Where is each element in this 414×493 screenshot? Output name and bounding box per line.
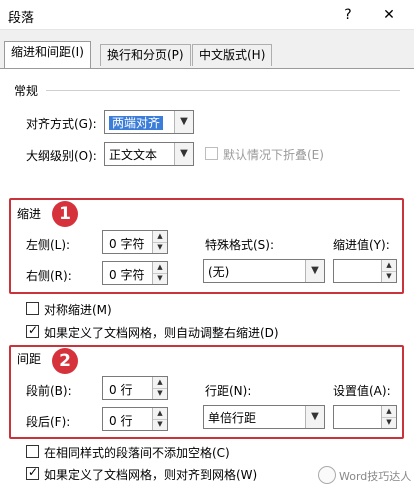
indent-amount-stepper[interactable]: ▲ ▼ [333, 259, 397, 283]
chevron-down-icon: ▼ [174, 111, 193, 133]
space-after-label: 段后(F): [26, 415, 71, 429]
alignment-dropdown[interactable]: 两端对齐 ▼ [104, 110, 194, 134]
tab-indent-spacing[interactable]: 缩进和间距(I) [4, 41, 91, 68]
chevron-down-icon: ▼ [305, 260, 324, 282]
spin-down-icon[interactable]: ▼ [153, 273, 167, 284]
spin-down-icon[interactable]: ▼ [153, 419, 167, 430]
outline-level-label: 大纲级别(O): [26, 149, 97, 163]
tab-asian-typography[interactable]: 中文版式(H) [192, 44, 273, 66]
general-heading: 常规 [14, 84, 39, 98]
line-spacing-value: 单倍行距 [208, 411, 257, 425]
left-indent-label: 左侧(L): [26, 238, 71, 252]
spacing-step-badge: 2 [52, 348, 78, 374]
dialog-title: 段落 [8, 11, 35, 26]
right-indent-value: 0 字符 [109, 268, 145, 282]
spin-down-icon[interactable]: ▼ [153, 388, 167, 399]
indent-amount-label: 缩进值(Y): [333, 238, 390, 252]
snap-to-grid-checkbox[interactable] [26, 465, 39, 480]
indent-step-badge: 1 [52, 201, 78, 227]
auto-adjust-indent-checkbox[interactable] [26, 323, 39, 338]
indent-heading: 缩进 [17, 207, 42, 221]
special-format-value: (无) [208, 265, 230, 279]
auto-adjust-indent-label: 如果定义了文档网格，则自动调整右缩进(D) [44, 326, 279, 340]
spin-down-icon[interactable]: ▼ [153, 242, 167, 253]
collapse-by-default-label: 默认情况下折叠(E) [223, 148, 324, 162]
alignment-label: 对齐方式(G): [26, 117, 97, 131]
outline-level-dropdown[interactable]: 正文文本 ▼ [104, 142, 194, 166]
chevron-down-icon: ▼ [305, 406, 324, 428]
no-space-same-style-label: 在相同样式的段落间不添加空格(C) [44, 446, 230, 460]
spacing-setting-stepper[interactable]: ▲ ▼ [333, 405, 397, 429]
space-after-stepper[interactable]: 0 行 ▲ ▼ [102, 407, 168, 431]
special-format-dropdown[interactable]: (无) ▼ [203, 259, 325, 283]
spin-down-icon[interactable]: ▼ [382, 417, 396, 428]
space-before-label: 段前(B): [26, 384, 72, 398]
outline-level-value: 正文文本 [109, 148, 158, 162]
spacing-heading: 间距 [17, 352, 42, 366]
no-space-same-style-checkbox[interactable] [26, 445, 39, 458]
tab-line-page-breaks[interactable]: 换行和分页(P) [100, 44, 191, 66]
right-indent-stepper[interactable]: 0 字符 ▲ ▼ [102, 261, 168, 285]
watermark-text: Word技巧达人 [339, 470, 412, 483]
left-indent-value: 0 字符 [109, 237, 145, 251]
mirror-indents-label: 对称缩进(M) [44, 303, 112, 317]
space-before-value: 0 行 [109, 383, 133, 397]
collapse-by-default-checkbox[interactable] [205, 147, 218, 160]
right-indent-label: 右侧(R): [26, 269, 72, 283]
mirror-indents-checkbox[interactable] [26, 302, 39, 315]
close-button[interactable]: ✕ [378, 4, 400, 26]
spin-down-icon[interactable]: ▼ [382, 271, 396, 282]
line-spacing-label: 行距(N): [205, 384, 252, 398]
line-spacing-dropdown[interactable]: 单倍行距 ▼ [203, 405, 325, 429]
chevron-down-icon: ▼ [174, 143, 193, 165]
general-divider [46, 90, 400, 91]
spacing-setting-label: 设置值(A): [333, 384, 391, 398]
space-after-value: 0 行 [109, 414, 133, 428]
space-before-stepper[interactable]: 0 行 ▲ ▼ [102, 376, 168, 400]
left-indent-stepper[interactable]: 0 字符 ▲ ▼ [102, 230, 168, 254]
help-button[interactable]: ? [337, 4, 359, 26]
special-format-label: 特殊格式(S): [205, 238, 275, 252]
wechat-icon [318, 466, 336, 484]
snap-to-grid-label: 如果定义了文档网格，则对齐到网格(W) [44, 468, 258, 482]
alignment-value: 两端对齐 [109, 116, 164, 130]
